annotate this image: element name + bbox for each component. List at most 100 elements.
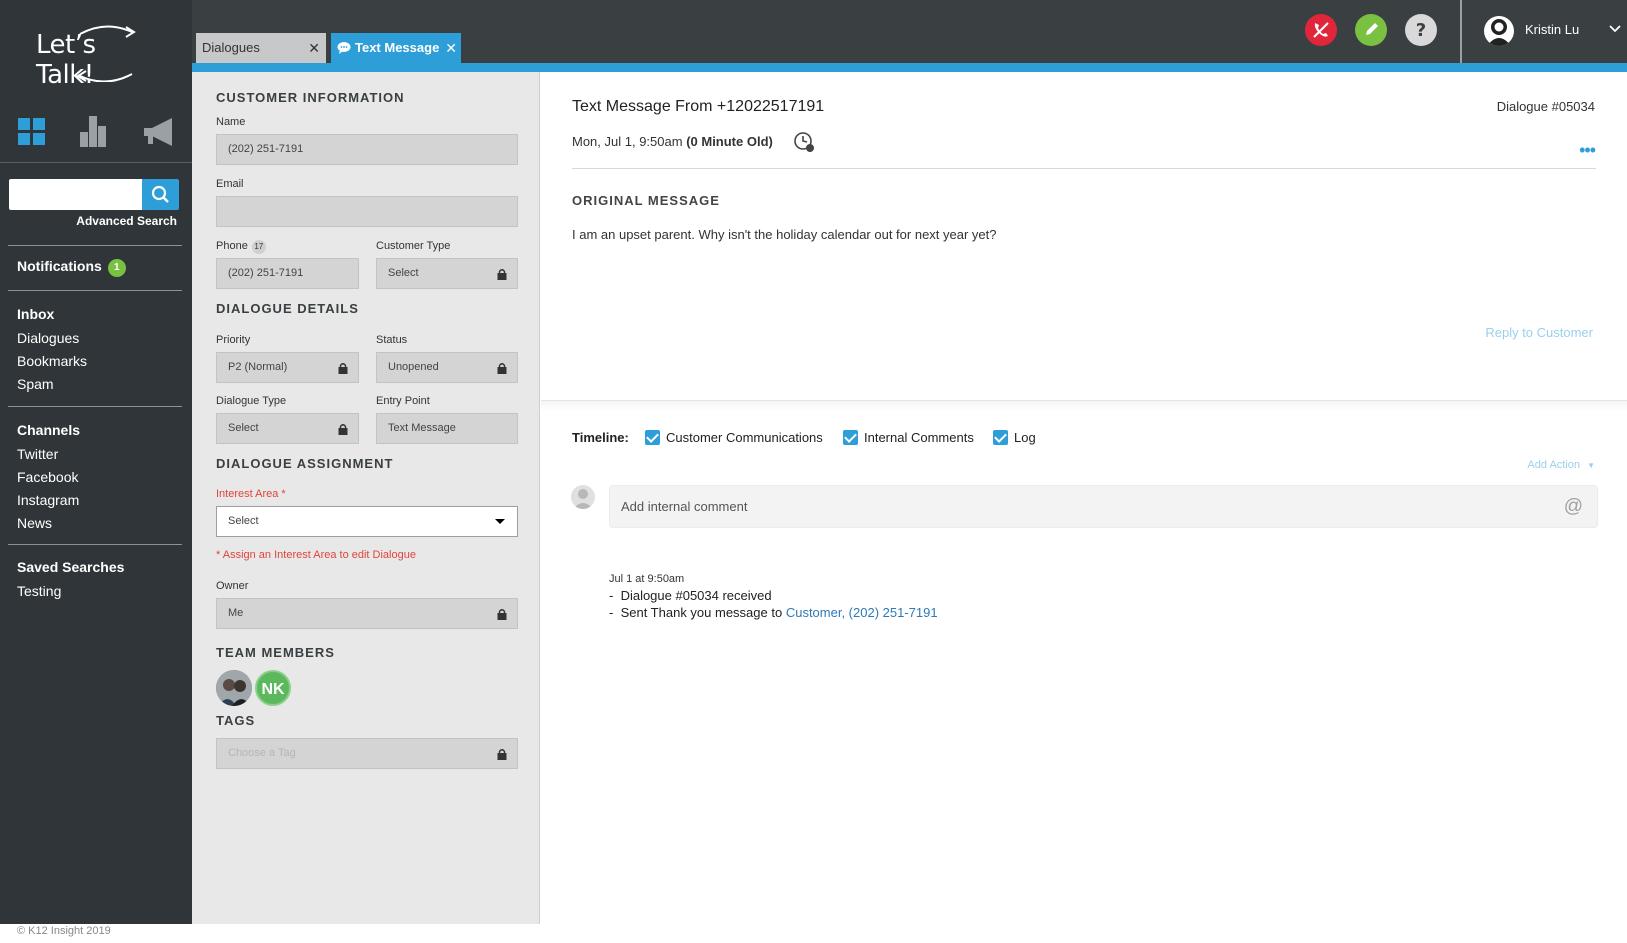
photo-avatar-icon [216, 670, 252, 706]
filter-label-customer-communications[interactable]: Customer Communications [666, 430, 823, 445]
sidebar-separator [8, 544, 182, 545]
status-select[interactable]: Unopened [376, 352, 518, 383]
nav-section-saved-searches[interactable]: Saved Searches [17, 555, 124, 580]
user-avatar[interactable] [1484, 16, 1514, 46]
log-bullet: - [609, 605, 621, 620]
priority-label: Priority [216, 334, 251, 346]
advanced-search-link[interactable]: Advanced Search [76, 214, 177, 228]
reports-chart-icon[interactable] [78, 112, 118, 152]
chevron-down-icon[interactable] [1608, 22, 1622, 36]
section-title-dialogue-details: DIALOGUE DETAILS [216, 301, 359, 316]
owner-select[interactable]: Me [216, 598, 518, 629]
nav-item-news[interactable]: News [17, 512, 80, 535]
mention-at-icon[interactable]: @ [1564, 486, 1583, 527]
nav-section-inbox[interactable]: Inbox [17, 302, 87, 327]
phone-value: (202) 251-7191 [228, 267, 304, 279]
clock-icon[interactable] [792, 130, 816, 154]
phone-label: Phone 17 [216, 240, 266, 254]
checkbox-log[interactable] [993, 430, 1008, 445]
entry-point-label: Entry Point [376, 395, 430, 407]
help-button[interactable]: ? [1405, 14, 1437, 46]
name-field[interactable]: (202) 251-7191 [216, 134, 518, 165]
nav-item-facebook[interactable]: Facebook [17, 466, 80, 489]
internal-comment-input[interactable]: Add internal comment @ [609, 485, 1598, 528]
checkbox-customer-communications[interactable] [645, 430, 660, 445]
filter-label-log[interactable]: Log [1014, 430, 1036, 445]
interest-area-select[interactable]: Select [216, 506, 518, 537]
comment-placeholder: Add internal comment [621, 499, 748, 514]
section-title-customer-information: CUSTOMER INFORMATION [216, 90, 405, 105]
nav-item-spam[interactable]: Spam [17, 373, 87, 396]
customer-type-select[interactable]: Select [376, 258, 518, 289]
phone-field[interactable]: (202) 251-7191 [216, 258, 359, 289]
compose-button[interactable] [1355, 14, 1387, 46]
section-title-team-members: TEAM MEMBERS [216, 645, 335, 660]
close-icon[interactable]: ✕ [308, 33, 320, 63]
search-button[interactable] [142, 179, 179, 210]
entry-point-field[interactable]: Text Message [376, 413, 518, 444]
nav-section-channels[interactable]: Channels [17, 418, 80, 443]
checkbox-internal-comments[interactable] [843, 430, 858, 445]
dialogue-type-value: Select [228, 422, 259, 434]
more-options-icon[interactable]: ••• [1579, 140, 1596, 161]
nav-item-twitter[interactable]: Twitter [17, 443, 80, 466]
user-name[interactable]: Kristin Lu [1525, 22, 1579, 37]
status-value: Unopened [388, 361, 439, 373]
interest-area-warning: * Assign an Interest Area to edit Dialog… [216, 549, 416, 561]
add-action-dropdown[interactable]: Add Action ▼ [1527, 459, 1595, 471]
copyright-text: © K12 Insight 2019 [17, 925, 111, 937]
phone-off-icon [1313, 22, 1329, 38]
module-switcher [0, 112, 192, 158]
dropdown-caret-icon [495, 519, 505, 524]
message-date-text: Mon, Jul 1, 9:50am [572, 134, 683, 149]
nav-item-dialogues[interactable]: Dialogues [17, 327, 87, 350]
reply-to-customer-link[interactable]: Reply to Customer [1485, 325, 1593, 340]
nav-item-instagram[interactable]: Instagram [17, 489, 80, 512]
dialogue-properties-panel: CUSTOMER INFORMATION Name (202) 251-7191… [192, 72, 540, 924]
megaphone-icon[interactable] [142, 112, 182, 152]
search-icon [151, 185, 169, 203]
lock-icon [497, 609, 507, 620]
dashboard-grid-icon[interactable] [16, 112, 56, 152]
chat-bubble-icon [337, 42, 351, 54]
notifications-link[interactable]: Notifications 1 [17, 258, 126, 277]
dialogue-type-select[interactable]: Select [216, 413, 359, 444]
name-value: (202) 251-7191 [228, 143, 304, 155]
section-title-tags: TAGS [216, 713, 256, 728]
tags-select[interactable]: Choose a Tag [216, 738, 518, 769]
svg-text:?: ? [1416, 20, 1426, 41]
lets-talk-logo[interactable]: Let’s Talk! [36, 22, 156, 90]
owner-label: Owner [216, 580, 249, 592]
pencil-icon [1366, 23, 1378, 35]
tab-dialogues[interactable]: Dialogues ✕ [196, 33, 326, 63]
nav-item-bookmarks[interactable]: Bookmarks [17, 350, 87, 373]
interest-area-label: Interest Area * [216, 488, 286, 500]
close-icon[interactable]: ✕ [445, 33, 457, 63]
end-call-button[interactable] [1305, 14, 1337, 46]
lock-icon [497, 269, 507, 280]
email-label: Email [216, 178, 244, 190]
sidebar-search-input[interactable] [9, 179, 142, 210]
logo-text: Let’s Talk! [36, 30, 96, 90]
email-field[interactable] [216, 196, 518, 227]
nav-item-testing[interactable]: Testing [17, 580, 124, 603]
team-member-avatar-photo[interactable] [216, 670, 252, 706]
lock-icon [338, 363, 348, 374]
tab-label: Dialogues [202, 40, 260, 55]
dialogue-content: Text Message From +12022517191 Dialogue … [541, 72, 1627, 924]
priority-select[interactable]: P2 (Normal) [216, 352, 359, 383]
customer-type-label: Customer Type [376, 240, 451, 252]
log-bullet: - [609, 588, 621, 603]
tab-text-message[interactable]: Text Message ✕ [331, 33, 461, 63]
original-message-title: ORIGINAL MESSAGE [572, 193, 720, 208]
name-label: Name [216, 116, 246, 128]
saved-searches-section: Saved Searches Testing [17, 555, 124, 603]
filter-label-internal-comments[interactable]: Internal Comments [864, 430, 974, 445]
phone-count-badge: 17 [251, 240, 266, 254]
customer-link[interactable]: Customer, (202) 251-7191 [786, 605, 938, 620]
channels-section: Channels Twitter Facebook Instagram News [17, 418, 80, 535]
lock-icon [338, 424, 348, 435]
message-date: Mon, Jul 1, 9:50am (0 Minute Old) [572, 134, 773, 149]
dialogue-id: Dialogue #05034 [1496, 99, 1595, 114]
team-member-avatar-nk[interactable]: NK [255, 670, 291, 706]
